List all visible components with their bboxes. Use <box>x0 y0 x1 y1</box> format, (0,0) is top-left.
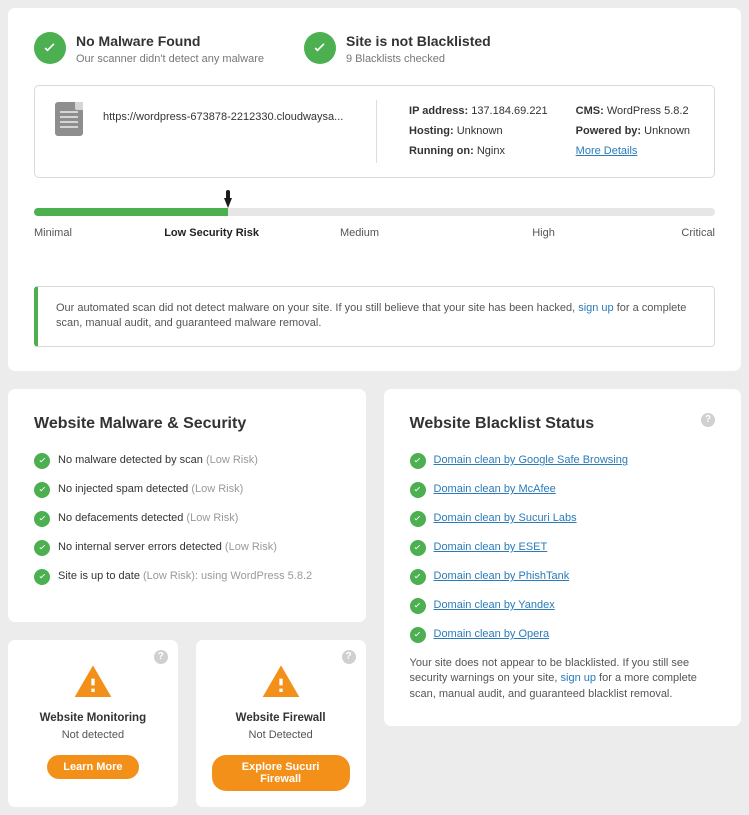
site-details-box: https://wordpress-673878-2212330.cloudwa… <box>34 85 715 178</box>
help-icon[interactable]: ? <box>154 650 168 664</box>
list-item: No malware detected by scan (Low Risk) <box>34 453 340 469</box>
list-item: Domain clean by Google Safe Browsing <box>410 453 716 469</box>
blacklist-note: Your site does not appear to be blacklis… <box>410 656 716 702</box>
warning-icon <box>261 662 301 702</box>
risk-bar: Minimal Low Security Risk Medium High Cr… <box>34 208 715 241</box>
list-item: Domain clean by McAfee <box>410 482 716 498</box>
cms-value: WordPress 5.8.2 <box>607 105 689 117</box>
malware-status: No Malware Found Our scanner didn't dete… <box>34 32 264 67</box>
ip-label: IP address: <box>409 105 468 117</box>
check-icon <box>410 511 426 527</box>
check-icon <box>304 32 336 64</box>
details-col-1: IP address: 137.184.69.221 Hosting: Unkn… <box>405 102 552 161</box>
document-icon <box>55 102 83 136</box>
risk-label-medium: Medium <box>294 226 424 241</box>
monitoring-sub: Not detected <box>24 728 162 743</box>
check-icon <box>34 32 66 64</box>
list-item: Domain clean by PhishTank <box>410 569 716 585</box>
scan-notice: Our automated scan did not detect malwar… <box>34 286 715 347</box>
monitoring-title: Website Monitoring <box>24 710 162 726</box>
blacklist-status-title: Site is not Blacklisted <box>346 32 491 52</box>
signup-link[interactable]: sign up <box>578 302 613 314</box>
check-icon <box>410 540 426 556</box>
check-icon <box>410 453 426 469</box>
more-details-link[interactable]: More Details <box>576 145 638 157</box>
item-text: No injected spam detected (Low Risk) <box>58 482 243 497</box>
blacklist-status-card: Website Blacklist Status ? Domain clean … <box>384 389 742 727</box>
ip-value: 137.184.69.221 <box>471 105 547 117</box>
blacklist-section-title: Website Blacklist Status <box>410 413 595 435</box>
list-item: Site is up to date (Low Risk): using Wor… <box>34 569 340 585</box>
details-col-2: CMS: WordPress 5.8.2 Powered by: Unknown… <box>572 102 694 161</box>
list-item: Domain clean by Yandex <box>410 598 716 614</box>
firewall-sub: Not Detected <box>212 728 350 743</box>
summary-card: No Malware Found Our scanner didn't dete… <box>8 8 741 371</box>
check-icon <box>410 569 426 585</box>
risk-marker-icon <box>224 198 232 208</box>
list-item: Domain clean by Opera <box>410 627 716 643</box>
notice-pre: Our automated scan did not detect malwar… <box>56 302 578 314</box>
running-value: Nginx <box>477 145 505 157</box>
item-text: No malware detected by scan (Low Risk) <box>58 453 258 468</box>
item-text: No defacements detected (Low Risk) <box>58 511 238 526</box>
list-item: Domain clean by Sucuri Labs <box>410 511 716 527</box>
help-icon[interactable]: ? <box>701 413 715 427</box>
blacklist-item-link[interactable]: Domain clean by Yandex <box>434 598 555 613</box>
malware-security-card: Website Malware & Security No malware de… <box>8 389 366 622</box>
check-icon <box>410 598 426 614</box>
blacklist-item-link[interactable]: Domain clean by PhishTank <box>434 569 570 584</box>
blacklist-item-link[interactable]: Domain clean by Opera <box>434 627 550 642</box>
check-icon <box>410 627 426 643</box>
risk-labels: Minimal Low Security Risk Medium High Cr… <box>34 226 715 241</box>
blacklist-item-link[interactable]: Domain clean by ESET <box>434 540 548 555</box>
blacklist-item-link[interactable]: Domain clean by Sucuri Labs <box>434 511 577 526</box>
item-text: Site is up to date (Low Risk): using Wor… <box>58 569 312 584</box>
risk-fill <box>34 208 228 216</box>
firewall-card: ? Website Firewall Not Detected Explore … <box>196 640 366 807</box>
firewall-title: Website Firewall <box>212 710 350 726</box>
malware-check-list: No malware detected by scan (Low Risk) No… <box>34 453 340 585</box>
cms-label: CMS: <box>576 105 604 117</box>
warning-icon <box>73 662 113 702</box>
blacklist-status: Site is not Blacklisted 9 Blacklists che… <box>304 32 491 67</box>
check-icon <box>34 540 50 556</box>
risk-label-minimal: Minimal <box>34 226 164 241</box>
malware-section-title: Website Malware & Security <box>34 413 340 435</box>
powered-value: Unknown <box>644 125 690 137</box>
explore-firewall-button[interactable]: Explore Sucuri Firewall <box>212 755 350 791</box>
list-item: No internal server errors detected (Low … <box>34 540 340 556</box>
malware-status-sub: Our scanner didn't detect any malware <box>76 52 264 67</box>
list-item: No defacements detected (Low Risk) <box>34 511 340 527</box>
site-url: https://wordpress-673878-2212330.cloudwa… <box>103 102 348 125</box>
risk-label-high: High <box>425 226 585 241</box>
list-item: No injected spam detected (Low Risk) <box>34 482 340 498</box>
hosting-label: Hosting: <box>409 125 454 137</box>
check-icon <box>34 511 50 527</box>
check-icon <box>410 482 426 498</box>
risk-label-critical: Critical <box>585 226 715 241</box>
hosting-value: Unknown <box>457 125 503 137</box>
powered-label: Powered by: <box>576 125 641 137</box>
blacklist-check-list: Domain clean by Google Safe Browsing Doma… <box>410 453 716 643</box>
blacklist-status-sub: 9 Blacklists checked <box>346 52 491 67</box>
help-icon[interactable]: ? <box>342 650 356 664</box>
monitoring-card: ? Website Monitoring Not detected Learn … <box>8 640 178 807</box>
risk-label-low: Low Security Risk <box>164 226 294 241</box>
blacklist-item-link[interactable]: Domain clean by McAfee <box>434 482 556 497</box>
divider <box>376 100 377 163</box>
learn-more-button[interactable]: Learn More <box>47 755 138 779</box>
check-icon <box>34 482 50 498</box>
risk-track <box>34 208 715 216</box>
check-icon <box>34 453 50 469</box>
item-text: No internal server errors detected (Low … <box>58 540 277 555</box>
status-row: No Malware Found Our scanner didn't dete… <box>34 32 715 67</box>
running-label: Running on: <box>409 145 474 157</box>
signup-link[interactable]: sign up <box>561 672 596 684</box>
check-icon <box>34 569 50 585</box>
malware-status-title: No Malware Found <box>76 32 264 52</box>
blacklist-item-link[interactable]: Domain clean by Google Safe Browsing <box>434 453 628 468</box>
list-item: Domain clean by ESET <box>410 540 716 556</box>
